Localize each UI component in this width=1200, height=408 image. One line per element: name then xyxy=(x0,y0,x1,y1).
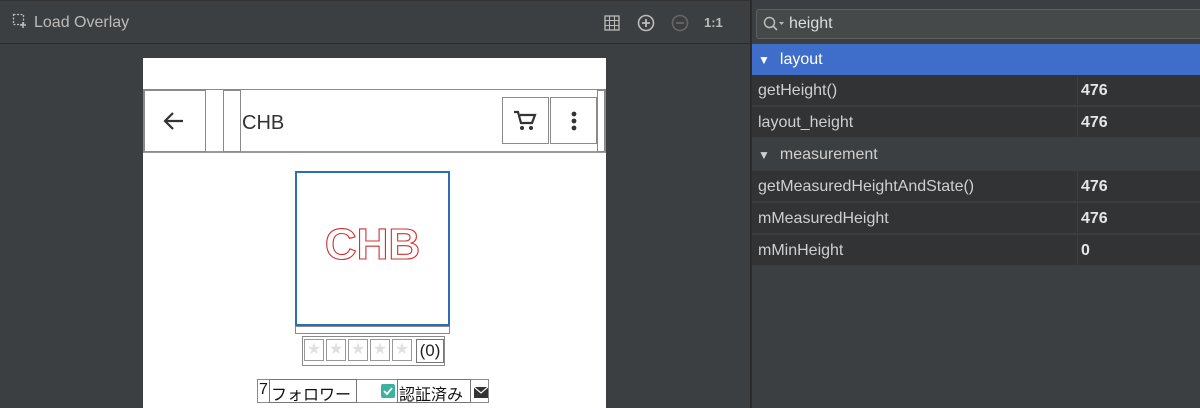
property-key: mMeasuredHeight xyxy=(758,210,889,227)
logo-caption-spacer xyxy=(295,326,450,334)
cart-icon xyxy=(513,110,537,137)
property-key: getHeight() xyxy=(758,82,838,99)
property-key: mMinHeight xyxy=(758,242,844,259)
cart-button[interactable] xyxy=(502,97,549,144)
back-button[interactable] xyxy=(144,90,206,152)
shop-logo[interactable]: CHB xyxy=(295,171,450,326)
group-name: layout xyxy=(779,51,823,68)
zoom-out-icon[interactable] xyxy=(670,13,690,33)
property-row[interactable]: layout_height 476 xyxy=(752,107,1200,138)
properties-panel: ▼ layout getHeight() 476 layout_height 47… xyxy=(752,0,1200,408)
follower-label: フォロワー xyxy=(271,387,352,404)
device-preview[interactable]: CHB CHB ★ ★ ★ ★ ★ (0) 7 フォロワー 認証済み xyxy=(143,58,606,408)
property-row[interactable]: mMinHeight 0 xyxy=(752,235,1200,266)
property-row[interactable]: getHeight() 476 xyxy=(752,75,1200,106)
app-title: CHB xyxy=(242,112,285,134)
verified-check-icon xyxy=(381,384,395,403)
group-name: measurement xyxy=(779,146,878,163)
load-overlay-label: Load Overlay xyxy=(34,14,130,31)
chb-logo-image: CHB xyxy=(324,219,420,269)
group-measurement-header[interactable]: ▼ measurement xyxy=(752,139,1200,170)
property-value: 476 xyxy=(1081,114,1108,131)
mail-icon xyxy=(473,385,489,403)
verified-label-box xyxy=(397,379,471,403)
star-icon: ★ xyxy=(392,339,412,361)
rating-row: ★ ★ ★ ★ ★ (0) xyxy=(302,336,445,368)
load-overlay-button[interactable]: Load Overlay xyxy=(12,13,129,33)
nav-spacer xyxy=(223,90,241,152)
property-search-field[interactable] xyxy=(756,9,1200,39)
group-layout-header[interactable]: ▼ layout xyxy=(752,44,1200,75)
zoom-in-icon[interactable] xyxy=(636,13,656,33)
more-options-button[interactable] xyxy=(550,97,597,144)
load-overlay-icon xyxy=(12,13,28,34)
property-value: 476 xyxy=(1081,178,1108,195)
actual-size-button[interactable]: 1:1 xyxy=(704,15,723,30)
follower-count: 7 xyxy=(259,381,268,398)
property-value: 476 xyxy=(1081,210,1108,227)
layout-preview-panel: Load Overlay 1:1 CHB CHB ★ ★ ★ ★ ★ (0) 7… xyxy=(0,0,750,408)
app-toolbar[interactable]: CHB xyxy=(143,89,606,153)
expand-triangle-icon: ▼ xyxy=(758,53,770,67)
preview-toolbar: Load Overlay 1:1 xyxy=(0,0,750,44)
property-row[interactable]: getMeasuredHeightAndState() 476 xyxy=(752,171,1200,202)
star-icon: ★ xyxy=(326,339,346,361)
star-icon: ★ xyxy=(370,339,390,361)
rating-count: (0) xyxy=(416,339,444,363)
expand-triangle-icon: ▼ xyxy=(758,148,770,162)
grid-icon[interactable] xyxy=(602,13,622,33)
search-input[interactable] xyxy=(789,15,1169,33)
star-icon: ★ xyxy=(348,339,368,361)
property-key: getMeasuredHeightAndState() xyxy=(758,178,975,195)
property-value: 0 xyxy=(1081,242,1090,259)
search-icon xyxy=(763,16,785,32)
back-arrow-icon xyxy=(163,111,185,136)
logo-text: CHB xyxy=(325,220,420,269)
property-key: layout_height xyxy=(758,114,854,131)
star-icon: ★ xyxy=(304,339,324,361)
toolbar-end-spacer xyxy=(597,90,605,152)
property-row[interactable]: mMeasuredHeight 476 xyxy=(752,203,1200,234)
more-vert-icon xyxy=(571,111,577,136)
property-value: 476 xyxy=(1081,82,1108,99)
